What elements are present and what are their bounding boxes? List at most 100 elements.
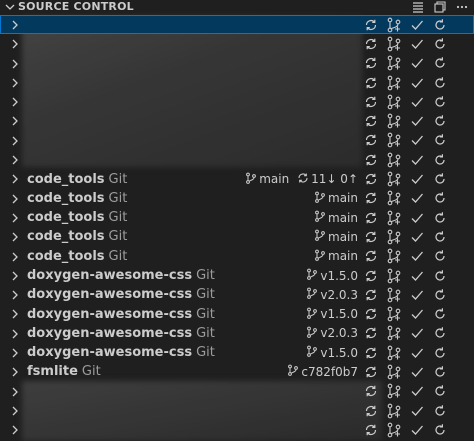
chevron-right-icon[interactable] — [11, 212, 19, 227]
repository-row[interactable]: code_tools Git main 11↓ 0↑ — [0, 169, 474, 188]
commit-check-icon[interactable] — [409, 152, 425, 168]
refresh-icon[interactable] — [432, 383, 448, 399]
commit-check-icon[interactable] — [409, 171, 425, 187]
repository-row[interactable]: code_tools Git main — [0, 208, 474, 227]
refresh-icon[interactable] — [432, 268, 448, 284]
chevron-right-icon[interactable] — [11, 96, 19, 111]
commit-check-icon[interactable] — [409, 325, 425, 341]
chevron-right-icon[interactable] — [11, 366, 19, 381]
branch-graph-icon[interactable] — [386, 422, 402, 438]
fetch-icon[interactable] — [363, 364, 379, 380]
branch-status[interactable]: main — [314, 229, 358, 244]
chevron-right-icon[interactable] — [11, 135, 19, 150]
repository-row[interactable] — [0, 73, 474, 92]
branch-status[interactable]: main 11↓ 0↑ — [245, 172, 358, 187]
fetch-icon[interactable] — [363, 325, 379, 341]
chevron-right-icon[interactable] — [11, 328, 19, 343]
refresh-icon[interactable] — [432, 152, 448, 168]
branch-graph-icon[interactable] — [386, 171, 402, 187]
fetch-icon[interactable] — [363, 210, 379, 226]
chevron-right-icon[interactable] — [11, 270, 19, 285]
fetch-icon[interactable] — [363, 152, 379, 168]
fetch-icon[interactable] — [363, 306, 379, 322]
repository-row[interactable]: doxygen-awesome-css Git v1.5.0 — [0, 266, 474, 285]
chevron-right-icon[interactable] — [11, 193, 19, 208]
fetch-icon[interactable] — [363, 171, 379, 187]
refresh-icon[interactable] — [432, 422, 448, 438]
chevron-right-icon[interactable] — [11, 173, 19, 188]
commit-check-icon[interactable] — [409, 345, 425, 361]
refresh-icon[interactable] — [432, 210, 448, 226]
branch-graph-icon[interactable] — [386, 132, 402, 148]
fetch-icon[interactable] — [363, 190, 379, 206]
branch-status[interactable]: main — [314, 249, 358, 264]
commit-check-icon[interactable] — [409, 383, 425, 399]
chevron-right-icon[interactable] — [11, 19, 19, 34]
repository-row[interactable] — [0, 150, 474, 169]
branch-status[interactable]: v1.5.0 — [306, 345, 358, 360]
commit-check-icon[interactable] — [409, 190, 425, 206]
fetch-icon[interactable] — [363, 132, 379, 148]
fetch-icon[interactable] — [363, 287, 379, 303]
fetch-icon[interactable] — [363, 268, 379, 284]
commit-check-icon[interactable] — [409, 55, 425, 71]
fetch-icon[interactable] — [363, 229, 379, 245]
branch-graph-icon[interactable] — [386, 190, 402, 206]
commit-check-icon[interactable] — [409, 306, 425, 322]
commit-check-icon[interactable] — [409, 268, 425, 284]
repository-row[interactable]: doxygen-awesome-css Git v1.5.0 — [0, 304, 474, 323]
fetch-icon[interactable] — [363, 383, 379, 399]
refresh-icon[interactable] — [432, 113, 448, 129]
refresh-icon[interactable] — [432, 94, 448, 110]
chevron-right-icon[interactable] — [11, 231, 19, 246]
branch-graph-icon[interactable] — [386, 383, 402, 399]
repository-row[interactable]: fsmlite Git c782f0b7 — [0, 362, 474, 381]
refresh-icon[interactable] — [432, 132, 448, 148]
commit-check-icon[interactable] — [409, 229, 425, 245]
commit-check-icon[interactable] — [409, 132, 425, 148]
refresh-icon[interactable] — [432, 17, 448, 33]
refresh-icon[interactable] — [432, 75, 448, 91]
repository-row[interactable]: code_tools Git main — [0, 189, 474, 208]
branch-graph-icon[interactable] — [386, 152, 402, 168]
branch-graph-icon[interactable] — [386, 364, 402, 380]
branch-graph-icon[interactable] — [386, 248, 402, 264]
branch-graph-icon[interactable] — [386, 268, 402, 284]
commit-check-icon[interactable] — [409, 75, 425, 91]
fetch-icon[interactable] — [363, 17, 379, 33]
fetch-icon[interactable] — [363, 75, 379, 91]
repository-row[interactable] — [0, 131, 474, 150]
commit-check-icon[interactable] — [409, 113, 425, 129]
chevron-right-icon[interactable] — [11, 77, 19, 92]
chevron-right-icon[interactable] — [11, 308, 19, 323]
refresh-icon[interactable] — [432, 403, 448, 419]
chevron-right-icon[interactable] — [11, 405, 19, 420]
branch-status[interactable]: v2.0.3 — [306, 326, 358, 341]
branch-status[interactable]: v1.5.0 — [306, 307, 358, 322]
fetch-icon[interactable] — [363, 403, 379, 419]
chevron-right-icon[interactable] — [11, 289, 19, 304]
commit-check-icon[interactable] — [409, 210, 425, 226]
repository-row[interactable] — [0, 34, 474, 53]
commit-check-icon[interactable] — [409, 94, 425, 110]
sync-status[interactable]: 11↓ 0↑ — [297, 172, 358, 187]
branch-graph-icon[interactable] — [386, 55, 402, 71]
chevron-right-icon[interactable] — [11, 58, 19, 73]
refresh-icon[interactable] — [432, 345, 448, 361]
chevron-right-icon[interactable] — [11, 154, 19, 169]
refresh-icon[interactable] — [432, 364, 448, 380]
fetch-icon[interactable] — [363, 422, 379, 438]
repository-row[interactable] — [0, 382, 474, 401]
branch-status[interactable]: c782f0b7 — [287, 364, 358, 379]
branch-graph-icon[interactable] — [386, 36, 402, 52]
branch-graph-icon[interactable] — [386, 94, 402, 110]
branch-graph-icon[interactable] — [386, 17, 402, 33]
chevron-right-icon[interactable] — [11, 251, 19, 266]
branch-graph-icon[interactable] — [386, 113, 402, 129]
refresh-icon[interactable] — [432, 248, 448, 264]
repository-row[interactable] — [0, 401, 474, 420]
refresh-icon[interactable] — [432, 306, 448, 322]
repository-row[interactable] — [0, 92, 474, 111]
commit-check-icon[interactable] — [409, 422, 425, 438]
repository-row[interactable]: code_tools Git main — [0, 247, 474, 266]
